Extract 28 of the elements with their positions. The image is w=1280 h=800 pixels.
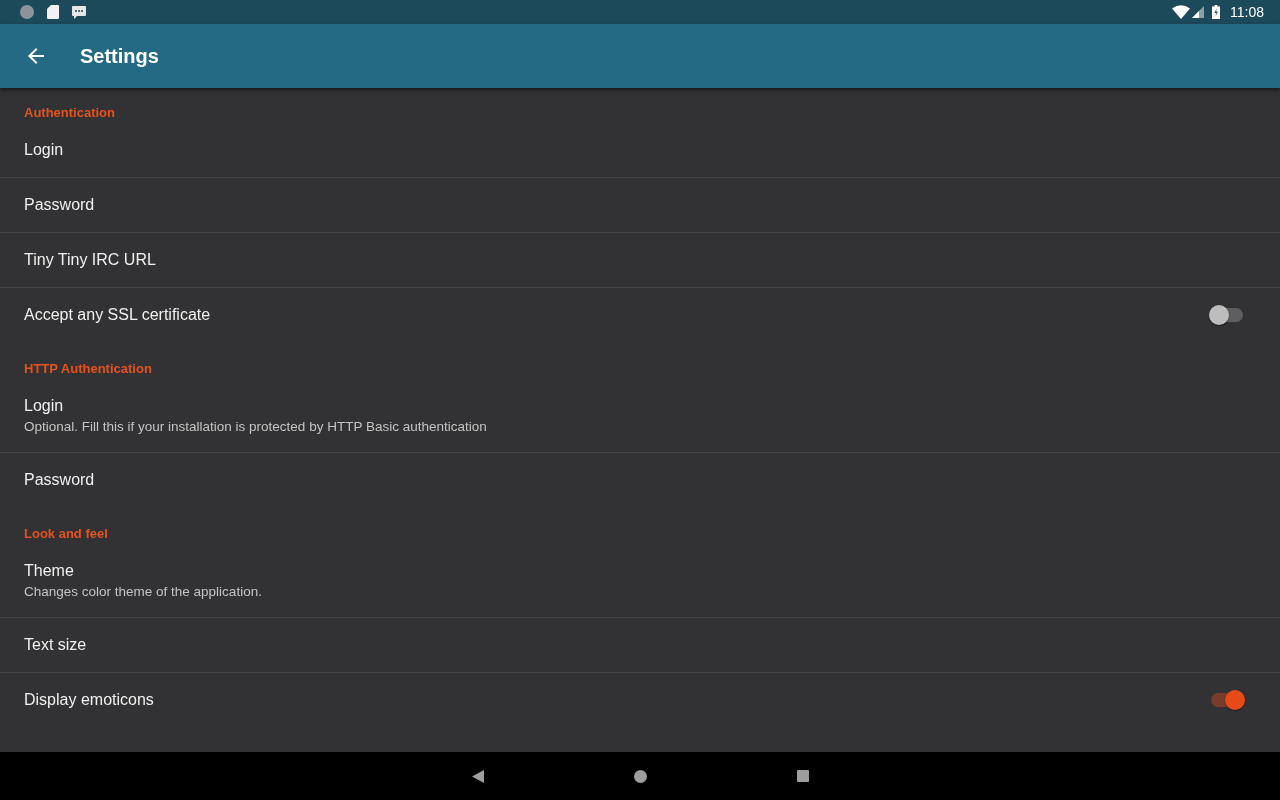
chat-bubble-icon [72,5,86,19]
recents-icon[interactable] [796,770,809,782]
setting-title[interactable]: Display emoticons [24,690,154,710]
setting-title[interactable]: Password [24,195,95,215]
setting-title[interactable]: Tiny Tiny IRC URL [24,250,156,270]
setting-title[interactable]: Text size [24,635,87,655]
battery-icon [1212,5,1220,19]
section-header: Look and feel [23,525,109,543]
toggle-switch[interactable] [1209,690,1245,710]
circle-icon [20,5,34,19]
app-bar-title: Settings [80,44,159,68]
section-header: HTTP Authentication [23,360,153,378]
clock-time: 11:08 [1230,4,1264,20]
sd-card-icon [47,5,59,19]
back-arrow-icon[interactable] [28,48,44,64]
setting-title[interactable]: Password [24,470,95,490]
setting-title[interactable]: Login [24,140,64,160]
signal-icon [1192,6,1204,18]
setting-summary: Optional. Fill this if your installation is protected by HTTP Basic authentication [24,418,487,436]
section-header: Authentication [23,104,116,122]
setting-title[interactable]: Login [24,396,64,416]
home-icon[interactable] [633,769,647,783]
setting-summary: Changes color theme of the application. [24,583,262,601]
setting-title[interactable]: Theme [24,561,74,581]
wifi-icon [1172,5,1190,19]
back-icon[interactable] [471,769,484,783]
toggle-switch[interactable] [1209,305,1245,325]
setting-title[interactable]: Accept any SSL certificate [24,305,211,325]
